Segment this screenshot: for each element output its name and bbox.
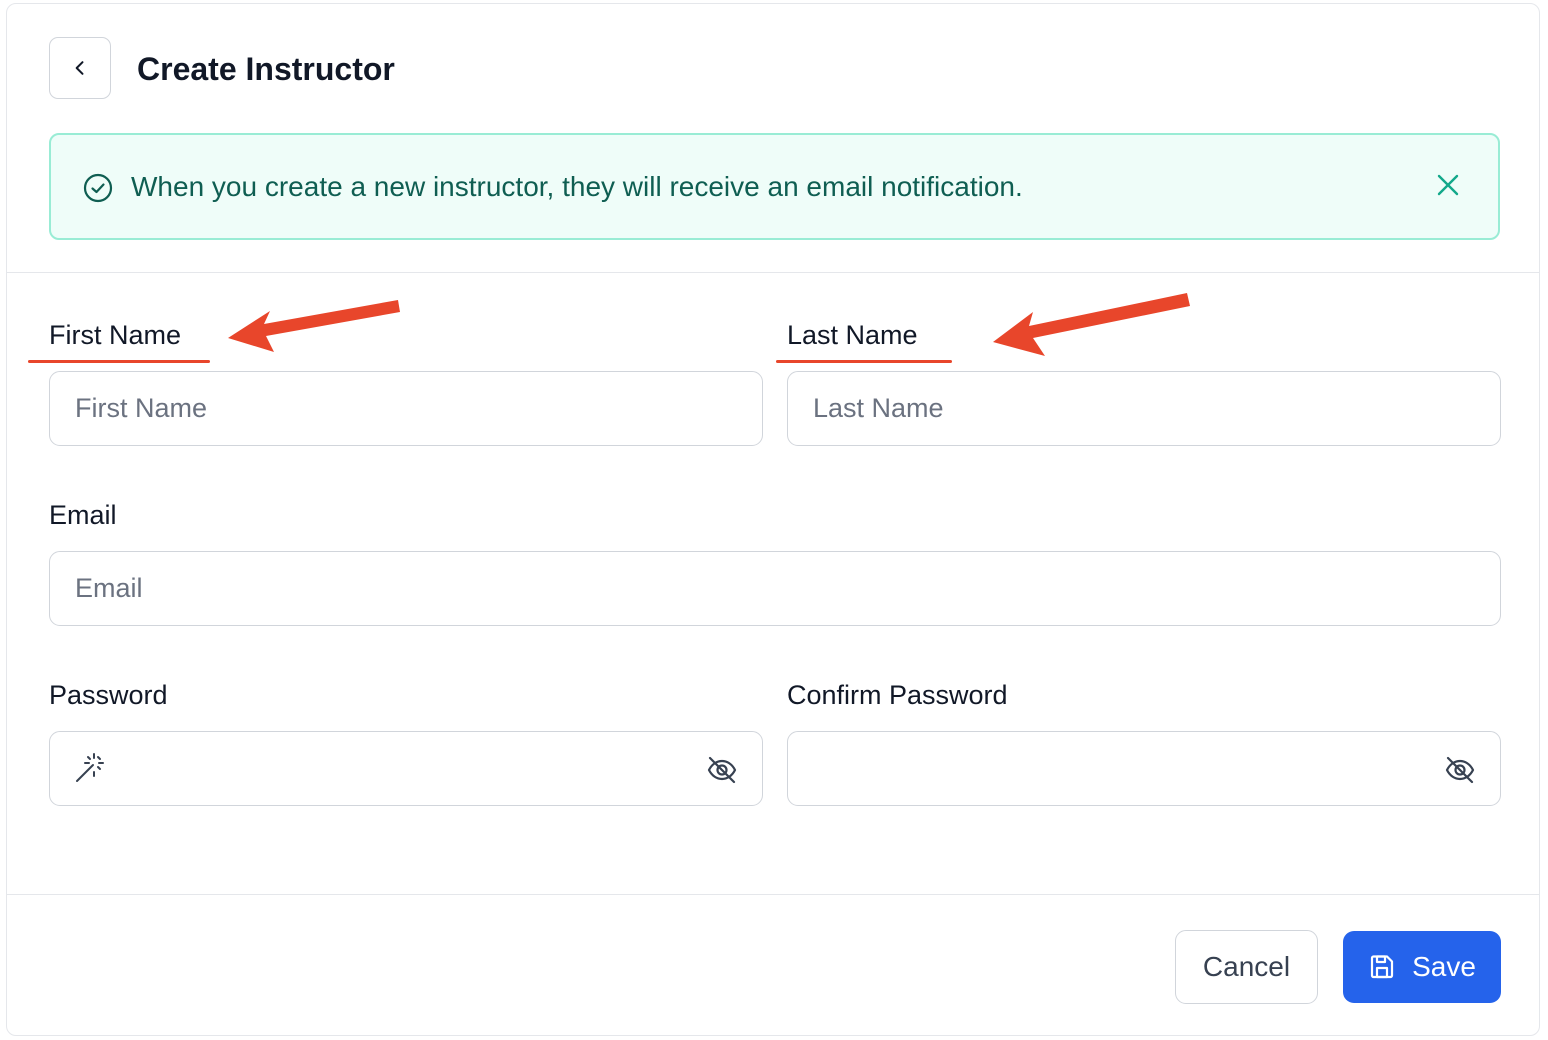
eye-off-icon[interactable] <box>705 753 739 787</box>
save-button-label: Save <box>1412 951 1476 982</box>
last-name-label: Last Name <box>787 320 918 350</box>
first-name-annotation-arrow <box>228 300 400 352</box>
last-name-annotation-underline <box>776 360 952 363</box>
last-name-annotation-arrow <box>993 293 1190 356</box>
cancel-button[interactable]: Cancel <box>1175 930 1318 1004</box>
save-button[interactable]: Save <box>1343 931 1501 1003</box>
close-icon[interactable] <box>1434 171 1462 199</box>
info-alert: When you create a new instructor, they w… <box>49 133 1500 240</box>
check-circle-icon <box>83 173 113 203</box>
header-divider <box>7 272 1539 273</box>
save-icon <box>1370 955 1394 979</box>
alert-message: When you create a new instructor, they w… <box>131 171 1023 202</box>
chevron-left-icon <box>75 61 84 75</box>
first-name-label: First Name <box>49 320 182 350</box>
email-input[interactable] <box>49 551 1501 626</box>
footer-divider <box>7 894 1539 895</box>
confirm-password-label: Confirm Password <box>787 680 1008 710</box>
password-label: Password <box>49 680 168 710</box>
password-input[interactable] <box>49 731 763 806</box>
magic-wand-icon[interactable] <box>73 751 107 785</box>
back-button[interactable] <box>49 37 111 99</box>
last-name-input[interactable] <box>787 371 1501 446</box>
eye-off-icon[interactable] <box>1443 753 1477 787</box>
cancel-button-label: Cancel <box>1202 951 1291 982</box>
first-name-annotation-underline <box>28 360 210 363</box>
first-name-input[interactable] <box>49 371 763 446</box>
confirm-password-input[interactable] <box>787 731 1501 806</box>
create-instructor-card: Create Instructor When you create a new … <box>6 3 1540 1036</box>
page-title: Create Instructor <box>137 51 395 87</box>
email-label: Email <box>49 500 117 530</box>
